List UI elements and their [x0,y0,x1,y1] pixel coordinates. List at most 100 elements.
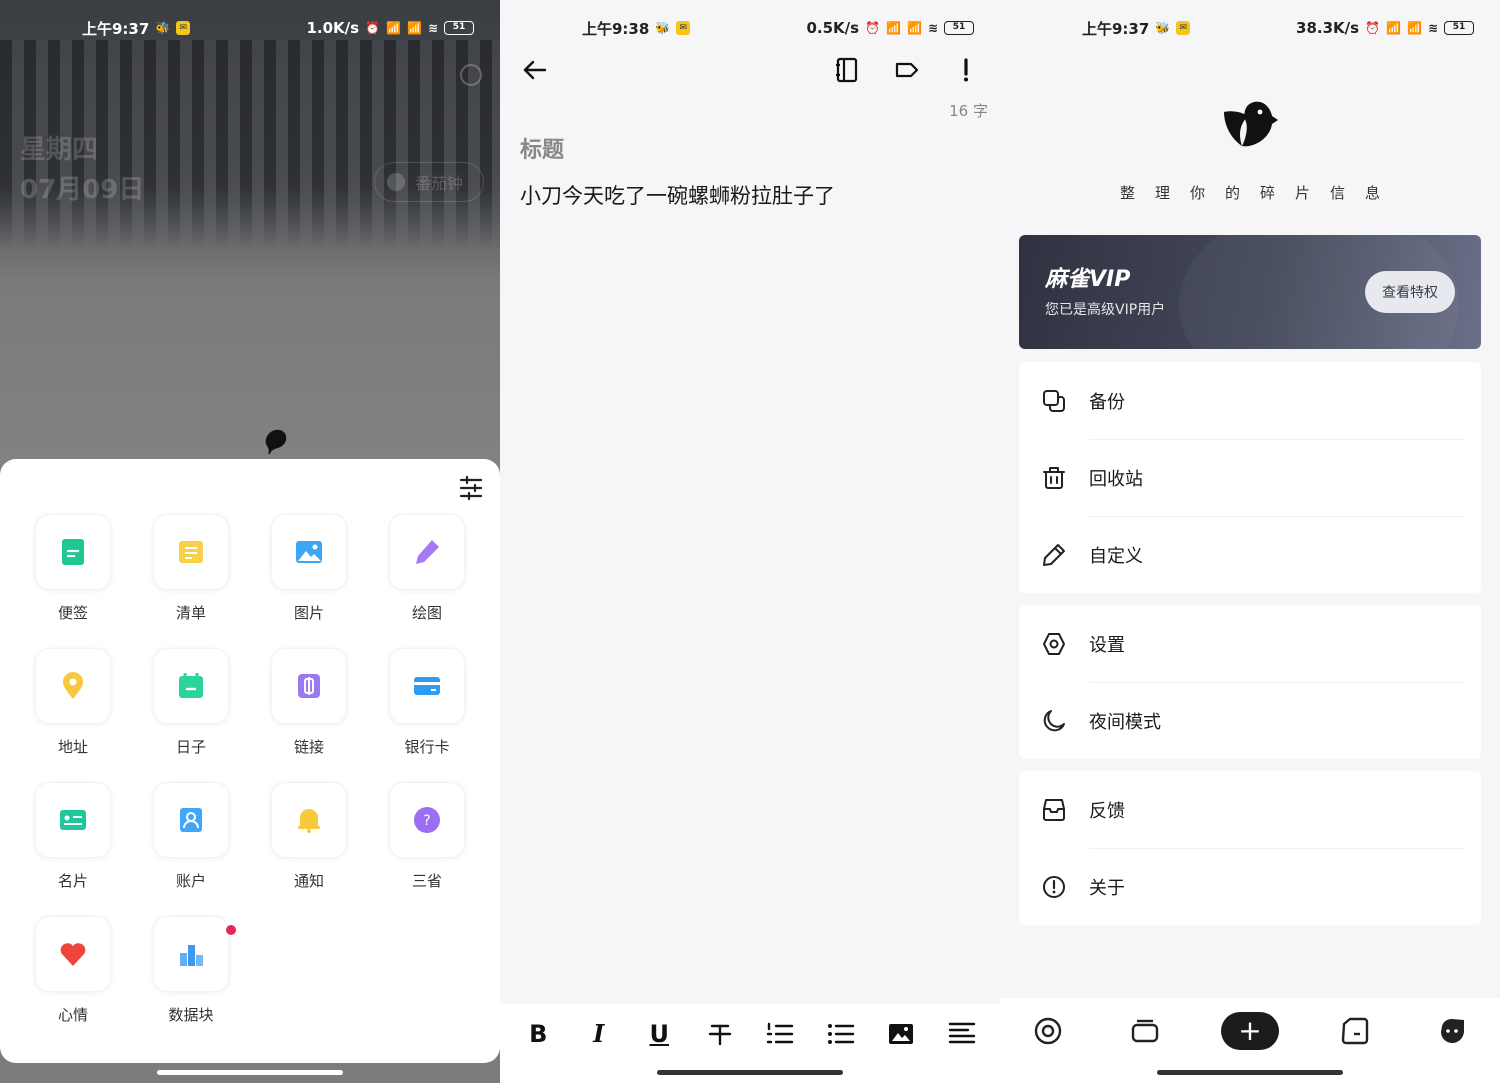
underline-button[interactable]: U [639,1014,679,1054]
notebook-button[interactable] [827,50,867,90]
tile-icon-box[interactable] [153,916,236,992]
tile-label: 心情 [57,1006,88,1024]
tune-icon[interactable] [458,475,484,501]
home-indicator[interactable] [157,1070,343,1075]
tile-link[interactable]: 链接 [250,648,368,758]
bullet-list-button[interactable] [821,1014,861,1054]
tile-image[interactable]: 图片 [250,514,368,624]
tile-label: 链接 [293,738,324,756]
back-button[interactable] [515,50,555,90]
tile-account[interactable]: 账户 [132,782,250,892]
menu-item-about[interactable]: 关于 [1019,848,1481,925]
tile-checklist[interactable]: 清单 [132,514,250,624]
view-privileges-button[interactable]: 查看特权 [1365,271,1455,313]
arrow-left-icon [523,60,547,80]
tile-bar-chart[interactable]: 数据块 [132,916,250,1026]
menu-item-backup[interactable]: 备份 [1019,362,1481,439]
tile-label: 银行卡 [404,738,450,756]
menu-item-customize[interactable]: 自定义 [1019,516,1481,593]
menu-card-about: 反馈 关于 [1019,771,1481,925]
tile-icon-box[interactable] [35,514,111,590]
tag-icon [895,62,919,78]
tile-bank-card[interactable]: 银行卡 [368,648,486,758]
home-indicator[interactable] [657,1070,843,1075]
align-justify-icon [948,1022,975,1043]
numbered-list-button[interactable] [760,1014,800,1054]
nav-home[interactable] [1028,1011,1068,1051]
bold-button[interactable]: B [518,1014,558,1054]
weekday: 星期四 [20,135,99,165]
tile-heart[interactable]: 心情 [14,916,132,1026]
menu-label-backup: 备份 [1089,391,1125,413]
menu-item-feedback[interactable]: 反馈 [1019,771,1481,848]
tile-icon-box[interactable] [271,782,347,858]
menu-item-settings[interactable]: 设置 [1019,605,1481,682]
add-item-sheet: 便签 清单 图片 绘图地址 日子 链接 银行卡名片 账户 通知? 三省心情 数据块 [0,459,500,1063]
note-body-input[interactable]: 小刀今天吃了一碗螺蛳粉拉肚子了 [520,180,835,210]
tile-icon-box[interactable]: ? [389,782,465,858]
settings-icon [1043,632,1065,655]
battery-icon: 51 [944,21,974,35]
panel-profile: 上午9:37 🐝 ✉ 38.3K/s ⏰ 📶 📶 ≋ 51 整理你的碎片信息 麻… [1000,0,1500,1083]
search-icon[interactable] [460,64,482,86]
tile-calendar[interactable]: 日子 [132,648,250,758]
app-notification-icon: 🐝 [1155,21,1171,35]
word-count-unit: 字 [972,102,988,120]
tile-icon-box[interactable] [389,514,465,590]
feedback-icon [1043,798,1065,821]
tile-business-card[interactable]: 名片 [14,782,132,892]
word-count: 16 字 [949,100,988,121]
home-indicator[interactable] [1157,1070,1343,1075]
network-speed: 1.0K/s [306,19,360,37]
tile-icon-box[interactable] [153,514,229,590]
folder-icon [1342,1017,1369,1044]
battery-icon: 51 [1444,21,1474,35]
menu-label-trash: 回收站 [1089,468,1143,490]
tile-label: 清单 [175,604,206,622]
tag-button[interactable] [887,50,927,90]
tile-icon-box[interactable] [35,648,111,724]
tile-icon-box[interactable] [389,648,465,724]
insert-image-button[interactable] [881,1014,921,1054]
new-badge-dot [226,925,236,935]
bullet-list-icon [827,1023,854,1044]
bar-chart-icon [180,945,203,966]
note-title-input[interactable]: 标题 [520,132,564,164]
italic-button[interactable]: I [579,1014,619,1054]
tile-icon-box[interactable] [153,782,229,858]
tile-icon-box[interactable] [153,648,229,724]
bank-card-icon [414,677,440,695]
pomodoro-button[interactable]: 番茄钟 [374,162,484,202]
nav-cards[interactable] [1125,1011,1165,1051]
tile-label: 数据块 [168,1006,214,1024]
tile-note[interactable]: 便签 [14,514,132,624]
menu-label-about: 关于 [1089,877,1125,899]
align-button[interactable] [942,1014,982,1054]
tile-location-pin[interactable]: 地址 [14,648,132,758]
sparrow-logo-icon [1224,101,1278,147]
tile-icon-box[interactable] [35,782,111,858]
bird-mascot-icon [265,429,287,454]
tile-pencil[interactable]: 绘图 [368,514,486,624]
menu-item-trash[interactable]: 回收站 [1019,439,1481,516]
tile-bell[interactable]: 通知 [250,782,368,892]
tile-icon-box[interactable] [271,514,347,590]
pencil-icon [416,540,439,564]
nav-folders[interactable] [1335,1011,1375,1051]
priority-button[interactable] [946,50,986,90]
heart-icon [60,943,86,966]
alarm-icon: ⏰ [865,21,881,35]
wifi-icon: ≋ [927,21,938,35]
item-type-grid: 便签 清单 图片 绘图地址 日子 链接 银行卡名片 账户 通知? 三省心情 数据块 [14,514,486,1026]
add-button[interactable]: + [1220,1011,1279,1050]
strikethrough-button[interactable] [700,1014,740,1054]
nav-profile[interactable] [1432,1011,1472,1051]
tile-icon-box[interactable] [35,916,111,992]
tile-icon-box[interactable] [271,648,347,724]
notebook-icon [836,57,858,83]
vip-card[interactable]: 麻雀VIP 您已是高级VIP用户 查看特权 [1019,235,1481,349]
menu-label-settings: 设置 [1089,634,1125,656]
tile-question-bubble[interactable]: ? 三省 [368,782,486,892]
menu-item-night-mode[interactable]: 夜间模式 [1019,682,1481,759]
word-count-number: 16 [949,102,969,120]
